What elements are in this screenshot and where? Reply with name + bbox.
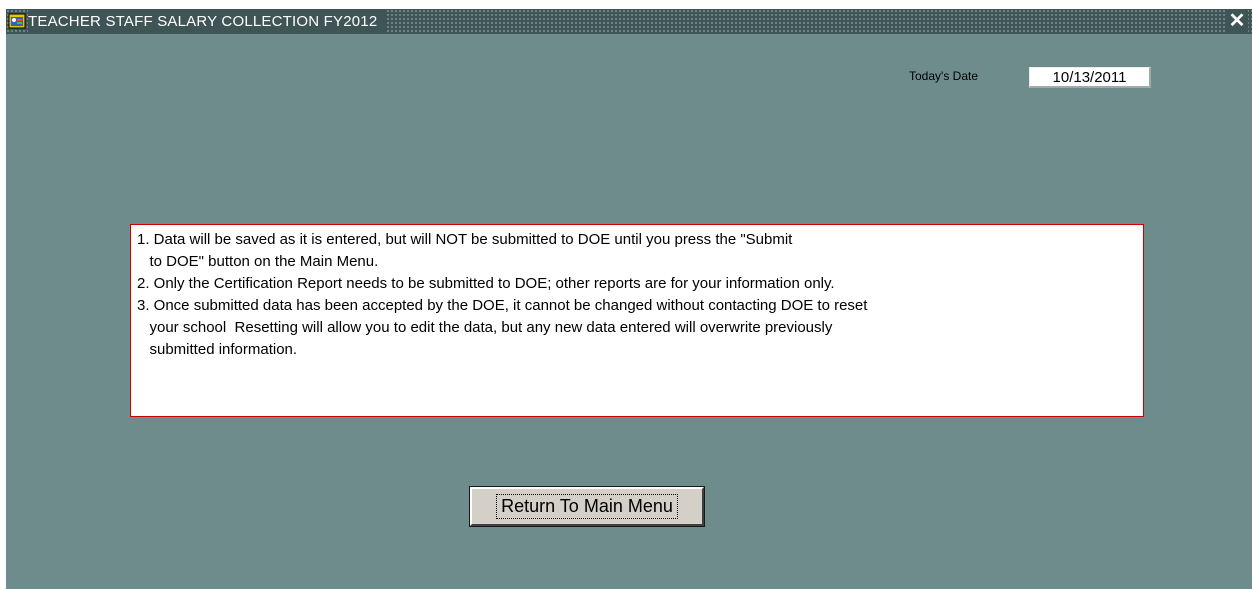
todays-date-label: Today's Date xyxy=(909,69,978,83)
app-window: TEACHER STAFF SALARY COLLECTION FY2012 ✕… xyxy=(6,9,1252,589)
app-icon xyxy=(8,13,26,29)
instruction-line: to DOE" button on the Main Menu. xyxy=(137,253,379,270)
instruction-line: your school Resetting will allow you to … xyxy=(137,319,833,336)
return-button-label: Return To Main Menu xyxy=(496,494,678,519)
instruction-line: 1. Data will be saved as it is entered, … xyxy=(137,231,793,248)
instruction-line: submitted information. xyxy=(137,341,298,358)
instruction-line: 3. Once submitted data has been accepted… xyxy=(137,297,868,314)
instructions-panel: 1. Data will be saved as it is entered, … xyxy=(130,224,1144,417)
window-title: TEACHER STAFF SALARY COLLECTION FY2012 xyxy=(28,9,386,34)
return-to-main-menu-button[interactable]: Return To Main Menu xyxy=(469,486,705,527)
todays-date-field[interactable]: 10/13/2011 xyxy=(1029,67,1151,88)
close-icon[interactable]: ✕ xyxy=(1226,9,1248,34)
instruction-line: 2. Only the Certification Report needs t… xyxy=(137,275,835,292)
title-bar[interactable]: TEACHER STAFF SALARY COLLECTION FY2012 ✕ xyxy=(6,9,1252,34)
